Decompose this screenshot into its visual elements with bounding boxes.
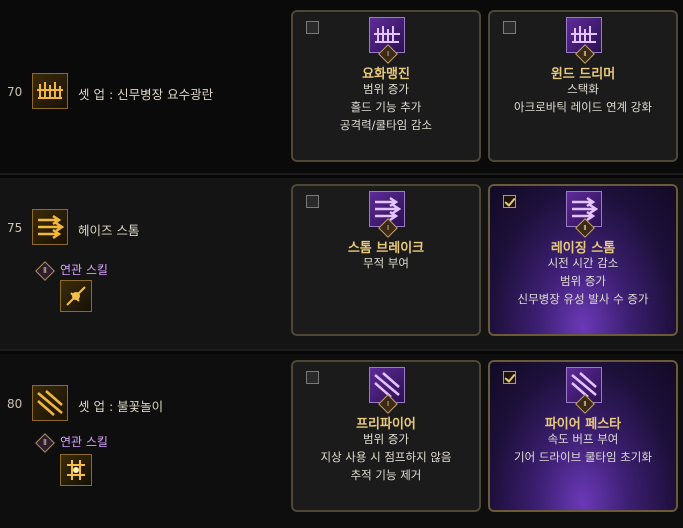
weapon-rack-icon[interactable]	[32, 73, 68, 109]
skill-level: 80	[7, 397, 23, 411]
option-checkbox[interactable]	[503, 21, 516, 34]
grid-burst-icon[interactable]	[60, 454, 92, 486]
skill-level: 70	[7, 85, 23, 99]
tripod-row-70: 70 셋 업 : 신무병장 요수광란 Ⅰ 요화맹진 범위 증가 홀드 기능 추가…	[0, 0, 683, 172]
rank-badge: Ⅱ	[35, 433, 55, 453]
option-checkbox[interactable]	[503, 371, 516, 384]
tripod-option-prefire[interactable]: Ⅰ 프리파이어 범위 증가 지상 사용 시 점프하지 않음 추적 기능 제거	[291, 360, 481, 512]
option-description: 무적 부여	[363, 256, 409, 270]
rank-badge: Ⅱ	[35, 261, 55, 281]
diagonal-bolts-icon[interactable]	[32, 385, 68, 421]
row-divider	[0, 349, 683, 351]
skill-name: 헤이즈 스톰	[78, 223, 140, 238]
option-checkbox[interactable]	[306, 371, 319, 384]
related-skill-label: 연관 스킬	[60, 435, 108, 449]
tripod-option-wind-dreamer[interactable]: Ⅱ 윈드 드리머 스택화 아크로바틱 레이드 연계 강화	[488, 10, 678, 162]
option-description: 범위 증가 지상 사용 시 점프하지 않음 추적 기능 제거	[320, 432, 452, 482]
tripod-option-fire-festa[interactable]: Ⅱ 파이어 페스타 속도 버프 부여 기어 드라이브 쿨타임 초기화	[488, 360, 678, 512]
skill-level: 75	[7, 221, 23, 235]
option-checkbox[interactable]	[306, 195, 319, 208]
skill-name: 셋 업 : 불꽃놀이	[78, 399, 164, 414]
tripod-row-75: 75 헤이즈 스톰 Ⅱ 연관 스킬 Ⅰ 스톰 브레이크 무적 부여 Ⅱ 레이징 …	[0, 178, 683, 350]
option-description: 속도 버프 부여 기어 드라이브 쿨타임 초기화	[514, 432, 652, 464]
skill-name: 셋 업 : 신무병장 요수광란	[78, 87, 214, 102]
triple-arrow-icon[interactable]	[32, 209, 68, 245]
option-description: 스택화 아크로바틱 레이드 연계 강화	[514, 82, 652, 114]
option-checkbox[interactable]	[306, 21, 319, 34]
option-checkbox[interactable]	[503, 195, 516, 208]
option-description: 범위 증가 홀드 기능 추가 공격력/쿨타임 감소	[339, 82, 433, 132]
spinning-blade-icon[interactable]	[60, 280, 92, 312]
tripod-option-raging-storm[interactable]: Ⅱ 레이징 스톰 시전 시간 감소 범위 증가 신무병장 유성 발사 수 증가	[488, 184, 678, 336]
tripod-option-yohwamaengjin[interactable]: Ⅰ 요화맹진 범위 증가 홀드 기능 추가 공격력/쿨타임 감소	[291, 10, 481, 162]
tripod-option-storm-break[interactable]: Ⅰ 스톰 브레이크 무적 부여	[291, 184, 481, 336]
option-description: 시전 시간 감소 범위 증가 신무병장 유성 발사 수 증가	[517, 256, 649, 306]
tripod-row-80: 80 셋 업 : 불꽃놀이 Ⅱ 연관 스킬 Ⅰ 프리파이어 범위 증가 지상 사…	[0, 354, 683, 528]
related-skill-label: 연관 스킬	[60, 263, 108, 277]
row-divider	[0, 173, 683, 175]
